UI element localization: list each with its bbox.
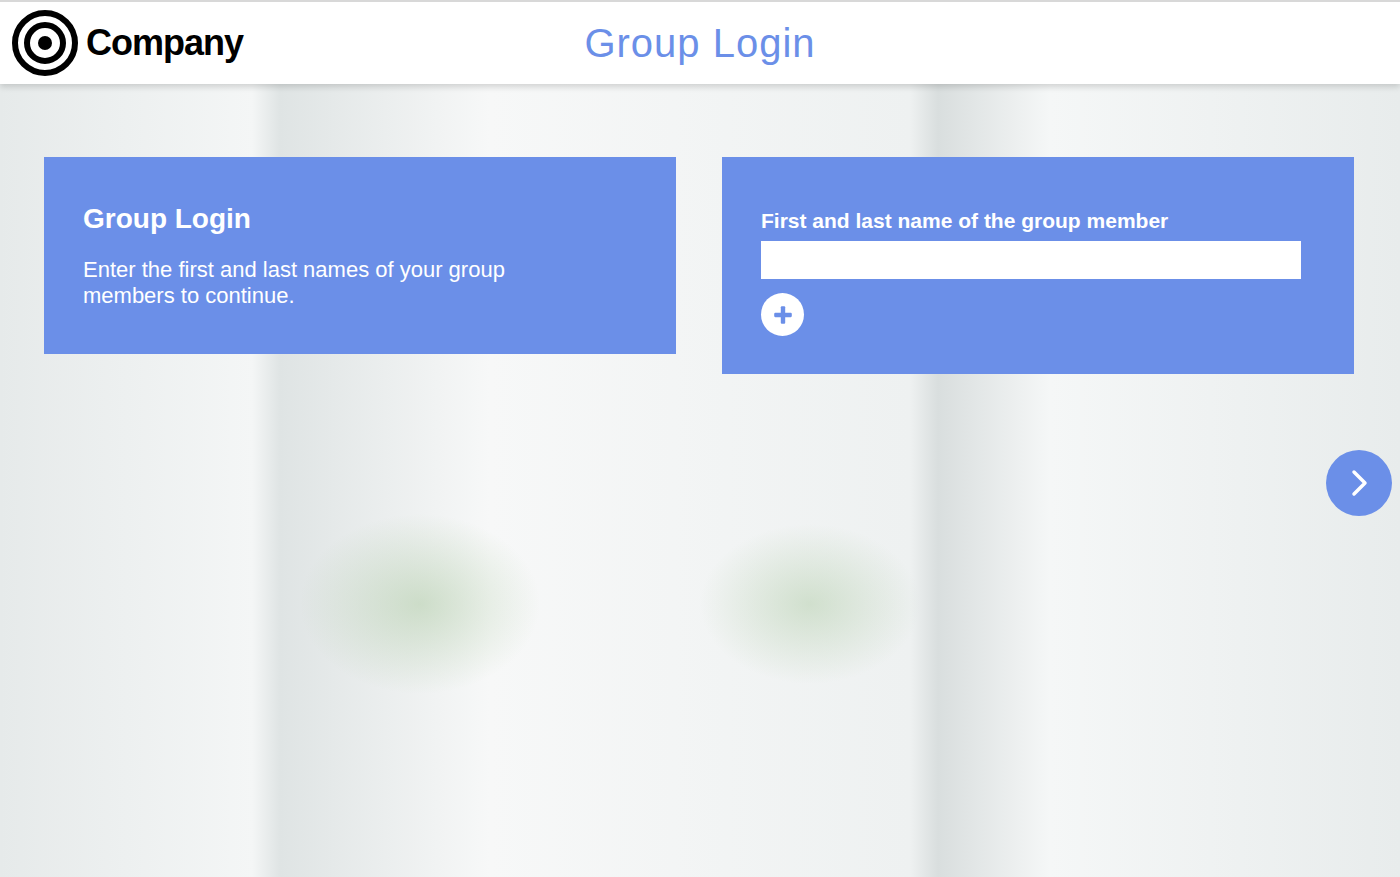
header-bar: Company Group Login: [0, 0, 1400, 84]
member-name-input[interactable]: [761, 241, 1301, 279]
add-member-button[interactable]: [761, 293, 804, 336]
chevron-right-icon: [1344, 468, 1374, 498]
group-login-page: Company Group Login Group Login Enter the f…: [0, 0, 1400, 877]
intro-heading: Group Login: [83, 203, 637, 235]
member-name-label: First and last name of the group member: [761, 209, 1168, 233]
company-name: Company: [86, 22, 243, 64]
plus-icon: [772, 304, 794, 326]
intro-text: Enter the first and last names of your g…: [83, 257, 593, 309]
target-logo-icon: [12, 10, 78, 76]
company-logo: Company: [0, 10, 584, 76]
page-title: Group Login: [584, 21, 815, 66]
members-card: First and last name of the group member: [722, 157, 1354, 374]
intro-card: Group Login Enter the first and last name…: [44, 157, 676, 354]
background-photo: Group Login Enter the first and last name…: [0, 84, 1400, 877]
next-button[interactable]: [1326, 450, 1392, 516]
